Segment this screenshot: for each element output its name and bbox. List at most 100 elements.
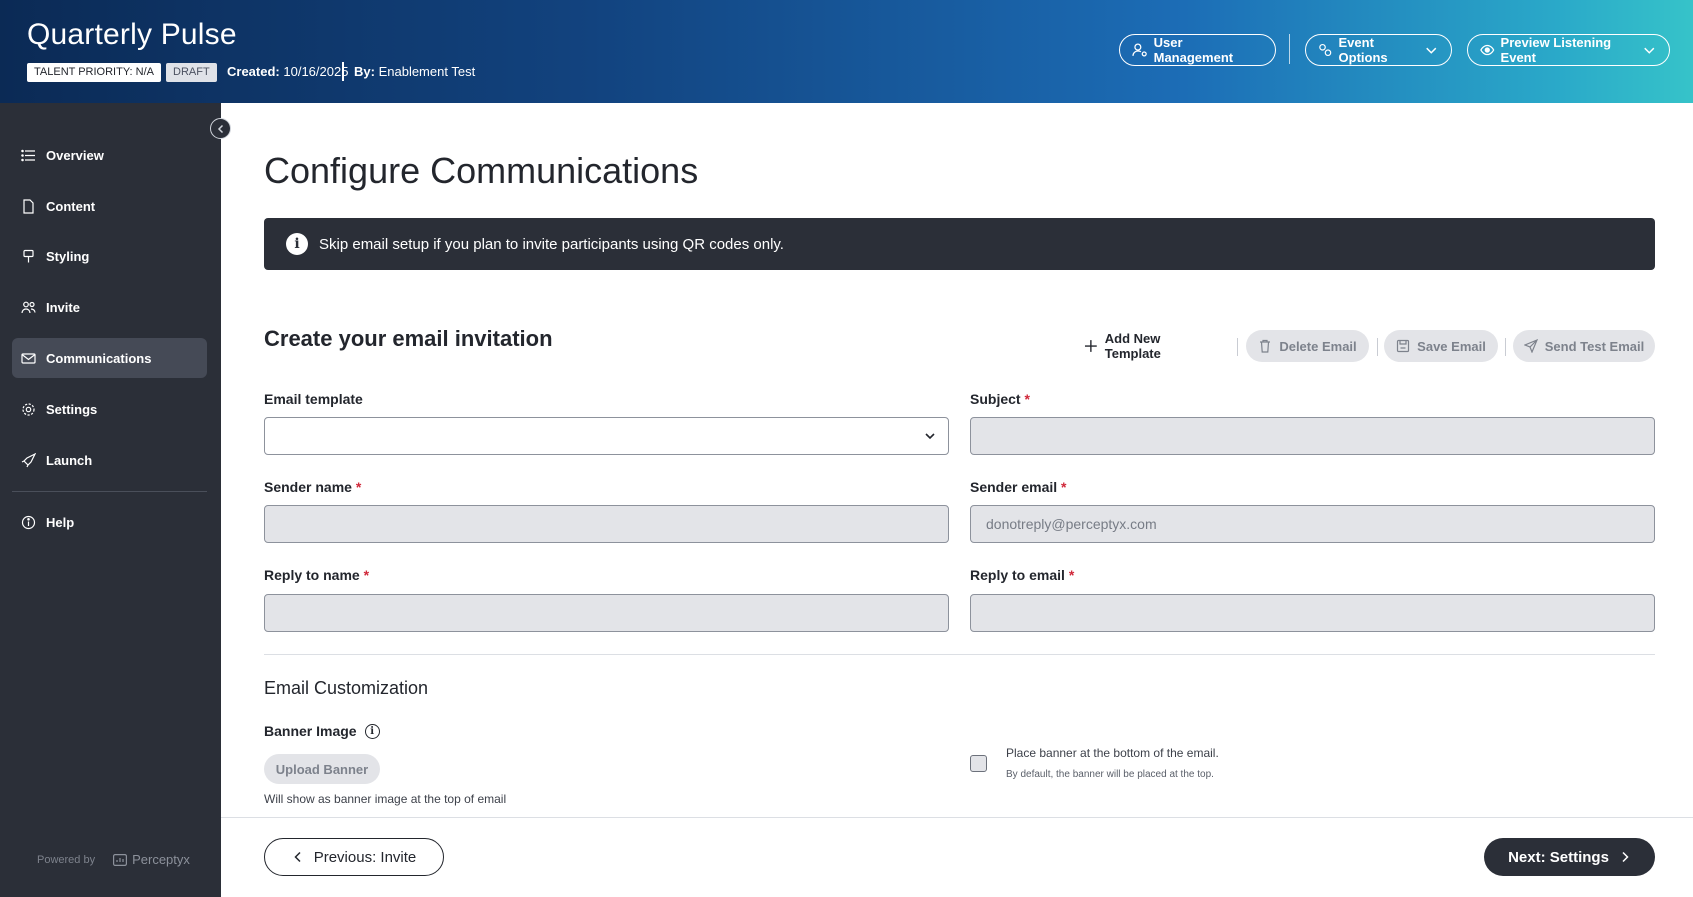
powered-by-label: Powered by (37, 853, 96, 866)
subject-label-text: Subject (970, 391, 1021, 407)
send-test-email-button[interactable]: Send Test Email (1513, 330, 1655, 362)
preview-label: Preview Listening Event (1500, 35, 1612, 65)
reply-to-name-input[interactable] (264, 594, 949, 632)
sidebar-item-communications[interactable]: Communications (12, 338, 207, 378)
add-template-label: Add New Template (1104, 331, 1161, 361)
action-divider (1377, 338, 1378, 356)
subject-label: Subject * (970, 391, 1030, 407)
reply-to-email-input[interactable] (970, 594, 1655, 632)
sidebar-item-content[interactable]: Content (12, 186, 207, 226)
subject-input[interactable] (970, 417, 1655, 455)
sidebar-item-styling[interactable]: Styling (12, 236, 207, 276)
save-email-label: Save Email (1417, 338, 1486, 354)
sidebar-item-launch[interactable]: Launch (12, 440, 207, 480)
info-icon[interactable]: i (364, 723, 380, 739)
trash-icon (1260, 339, 1271, 353)
rocket-icon (21, 452, 36, 467)
info-icon: i (286, 233, 308, 255)
document-icon (23, 198, 34, 214)
email-template-label-text: Email template (264, 391, 363, 407)
sender-name-label: Sender name * (264, 479, 361, 495)
user-settings-icon (1132, 43, 1147, 57)
sidebar-item-invite[interactable]: Invite (12, 287, 207, 327)
info-banner: i Skip email setup if you plan to invite… (264, 218, 1655, 270)
sender-email-label-text: Sender email (970, 479, 1058, 495)
sidebar-item-label: Help (46, 514, 75, 530)
sidebar-divider (12, 491, 207, 492)
brand-name: Perceptyx (132, 852, 190, 867)
sidebar-item-help[interactable]: Help (12, 502, 207, 542)
plus-icon (1084, 340, 1097, 352)
reply-to-name-label: Reply to name * (264, 567, 369, 583)
mail-icon (21, 352, 36, 364)
sidebar-item-label: Settings (46, 401, 98, 417)
required-marker: * (1068, 567, 1075, 583)
info-banner-text: Skip email setup if you plan to invite p… (319, 235, 784, 253)
sender-email-input[interactable]: donotreply@perceptyx.com (970, 505, 1655, 543)
chevron-left-icon (294, 851, 301, 863)
delete-email-button[interactable]: Delete Email (1246, 330, 1369, 362)
collapse-sidebar-button[interactable] (210, 118, 231, 139)
email-template-select[interactable] (264, 417, 949, 455)
save-email-button[interactable]: Save Email (1384, 330, 1498, 362)
sidebar-item-label: Launch (46, 452, 93, 468)
required-marker: * (363, 567, 370, 583)
gears-icon (1319, 43, 1332, 57)
reply-to-email-label-text: Reply to email (970, 567, 1065, 583)
section-title: Create your email invitation (264, 326, 553, 351)
powered-by: Powered by Perceptyx (37, 852, 190, 867)
author-meta: By: Enablement Test (354, 64, 475, 79)
banner-bottom-label: Place banner at the bottom of the email. (1006, 746, 1219, 760)
chevron-right-icon (1622, 851, 1629, 863)
banner-bottom-checkbox[interactable] (970, 755, 987, 772)
banner-image-label-text: Banner Image (264, 723, 357, 739)
required-marker: * (1061, 479, 1067, 495)
sidebar-item-label: Communications (46, 350, 152, 366)
list-icon (21, 149, 35, 161)
header-divider (1289, 34, 1290, 64)
preview-event-button[interactable]: Preview Listening Event (1467, 34, 1670, 66)
sidebar-item-overview[interactable]: Overview (12, 135, 207, 175)
paint-icon (23, 249, 34, 262)
email-customization-title: Email Customization (264, 678, 429, 698)
reply-to-email-label: Reply to email * (970, 567, 1074, 583)
chevron-down-icon (925, 433, 935, 440)
created-date: 10/16/2025 (283, 64, 349, 79)
perceptyx-logo-icon (113, 853, 128, 866)
event-options-button[interactable]: Event Options (1305, 34, 1452, 66)
user-management-label: User Management (1153, 35, 1234, 65)
user-management-button[interactable]: User Management (1119, 34, 1276, 66)
sender-name-input[interactable] (264, 505, 949, 543)
save-icon (1397, 339, 1410, 353)
action-divider (1237, 338, 1238, 356)
page-title: Configure Communications (264, 150, 699, 191)
reply-to-name-label-text: Reply to name (264, 567, 360, 583)
add-template-button[interactable]: Add New Template (1084, 330, 1218, 362)
users-icon (21, 301, 36, 313)
previous-label: Previous: Invite (313, 848, 417, 866)
sidebar-item-settings[interactable]: Settings (12, 389, 207, 429)
email-template-label: Email template (264, 391, 363, 407)
sender-email-value: donotreply@perceptyx.com (986, 516, 1157, 532)
main-content (221, 103, 1693, 817)
event-title: Quarterly Pulse (27, 18, 237, 51)
section-divider (264, 654, 1655, 655)
action-divider (1505, 338, 1506, 356)
next-button[interactable]: Next: Settings (1484, 838, 1655, 876)
previous-button[interactable]: Previous: Invite (264, 838, 444, 876)
talent-priority-badge: TALENT PRIORITY: N/A (27, 63, 162, 82)
sender-email-label: Sender email * (970, 479, 1067, 495)
event-options-label: Event Options (1338, 35, 1388, 65)
banner-image-label: Banner Image i (264, 723, 380, 739)
required-marker: * (1024, 391, 1030, 407)
send-test-label: Send Test Email (1544, 338, 1645, 354)
created-meta: Created: 10/16/2025 (227, 64, 348, 79)
upload-banner-button[interactable]: Upload Banner (264, 754, 380, 784)
chevron-down-icon (1426, 47, 1437, 54)
upload-hint: Will show as banner image at the top of … (264, 792, 507, 806)
sidebar-item-label: Content (46, 198, 96, 214)
sender-name-label-text: Sender name (264, 479, 352, 495)
meta-divider (342, 62, 344, 81)
chevron-left-icon (217, 124, 223, 133)
chevron-down-icon (1644, 47, 1655, 54)
